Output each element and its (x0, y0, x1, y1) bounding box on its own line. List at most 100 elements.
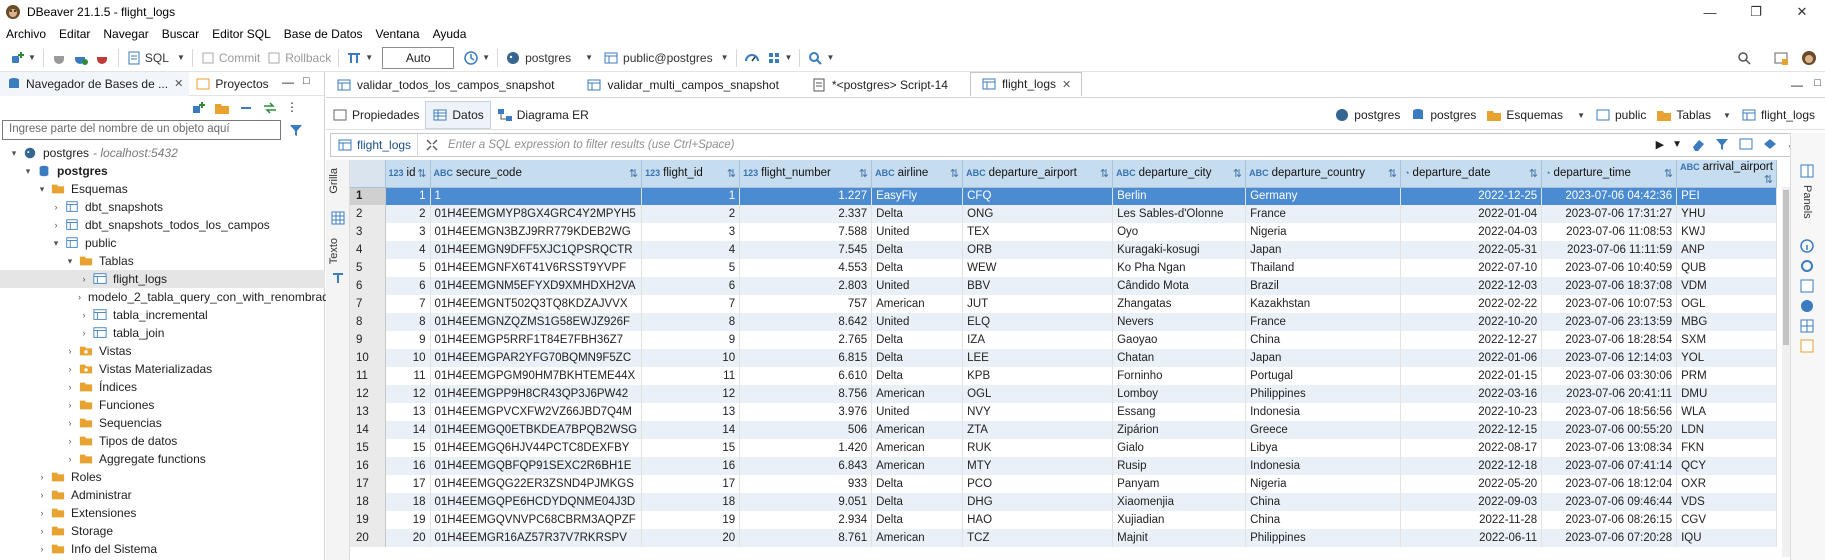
cell-departure-date[interactable]: 2022-11-28 (1400, 511, 1543, 529)
cell-id[interactable]: 16 (385, 457, 431, 475)
cell-secure-code[interactable]: 01H4EEMGPGM90HM7BKHTEME44X (430, 367, 643, 385)
cell-flight-id[interactable]: 2 (641, 205, 741, 223)
cell-departure-date[interactable]: 2022-01-15 (1400, 367, 1543, 385)
cell-arrival-airport[interactable]: VDS (1676, 493, 1778, 511)
row-number[interactable]: 16 (350, 457, 386, 475)
table-row[interactable]: 10 10 01H4EEMGPAR2YFG70BQMN9F5ZC 10 6.815 Del… (350, 349, 1778, 367)
datasource-selector[interactable]: postgres ▼ (502, 47, 596, 69)
panels-toggle-icon[interactable] (1799, 163, 1815, 179)
cell-id[interactable]: 15 (385, 439, 431, 457)
cell-departure-airport[interactable]: ZTA (962, 421, 1114, 439)
table-row[interactable]: 1 1 1 1 1.227 EasyFly CFQ Berlin Germany 2022-12-… (350, 187, 1778, 205)
cell-departure-airport[interactable]: DHG (962, 493, 1114, 511)
perspective-button[interactable] (1770, 47, 1792, 69)
reconnect-button[interactable] (70, 47, 92, 69)
cell-departure-date[interactable]: 2022-05-31 (1400, 241, 1543, 259)
cell-departure-date[interactable]: 2022-02-22 (1400, 295, 1543, 313)
cell-departure-date[interactable]: 2022-12-15 (1400, 421, 1543, 439)
cell-flight-number[interactable]: 757 (739, 295, 873, 313)
chevron-down-icon[interactable]: ▾ (50, 238, 62, 249)
tree-folder-extensiones[interactable]: › Extensiones (0, 504, 325, 522)
cell-secure-code[interactable]: 1 (430, 187, 643, 205)
cell-departure-city[interactable]: Lomboy (1112, 385, 1247, 403)
collapse-all-icon[interactable] (238, 100, 254, 116)
cell-secure-code[interactable]: 01H4EEMGQBFQP91SEXC2R6BH1E (430, 457, 643, 475)
grid-lines-icon[interactable] (1799, 318, 1815, 334)
cell-airline[interactable]: Delta (871, 511, 964, 529)
cell-airline[interactable]: American (871, 439, 964, 457)
column-sort-filter-icon[interactable]: ⇅ (629, 167, 638, 180)
menu-navegar[interactable]: Navegar (103, 27, 148, 41)
cell-id[interactable]: 4 (385, 241, 431, 259)
column-sort-filter-icon[interactable]: ⇅ (727, 167, 736, 180)
cell-departure-city[interactable]: Essang (1112, 403, 1247, 421)
view-menu-button[interactable]: ⋮ (286, 100, 298, 116)
cell-flight-number[interactable]: 8.761 (739, 529, 873, 547)
cell-departure-city[interactable]: Les Sables-d'Olonne (1112, 205, 1247, 223)
cell-secure-code[interactable]: 01H4EEMGPP9H8CR43QP3J6PW42 (430, 385, 643, 403)
cell-departure-time[interactable]: 2023-07-06 10:40:59 (1541, 259, 1678, 277)
cell-departure-country[interactable]: Portugal (1245, 367, 1402, 385)
cell-departure-city[interactable]: Gaoyao (1112, 331, 1247, 349)
grid-view-tab[interactable]: Grilla (328, 168, 340, 194)
column-header-flight-id[interactable]: 123 flight_id ⇅ (641, 160, 741, 188)
cell-flight-id[interactable]: 18 (641, 493, 741, 511)
cell-secure-code[interactable]: 01H4EEMGMYP8GX4GRC4Y2MPYH5 (430, 205, 643, 223)
disconnect-button[interactable] (92, 47, 114, 69)
row-number[interactable]: 3 (350, 223, 386, 241)
cell-departure-date[interactable]: 2022-08-17 (1400, 439, 1543, 457)
table-row[interactable]: 15 15 01H4EEMGQ6HJV44PCTC8DEXFBY 15 1.420 Ame… (350, 439, 1778, 457)
tree-folder-vistas-materializadas[interactable]: › Vistas Materializadas (0, 360, 325, 378)
cell-arrival-airport[interactable]: QUB (1676, 259, 1778, 277)
cell-departure-city[interactable]: Panyam (1112, 475, 1247, 493)
cell-departure-date[interactable]: 2022-07-10 (1400, 259, 1543, 277)
chevron-down-icon[interactable]: ▾ (64, 256, 76, 267)
grid-corner[interactable] (350, 160, 386, 188)
tools-button[interactable]: ▼ (763, 47, 796, 69)
cell-flight-id[interactable]: 9 (641, 331, 741, 349)
cell-departure-time[interactable]: 2023-07-06 03:30:06 (1541, 367, 1678, 385)
tree-table-flight-logs[interactable]: › flight_logs (0, 270, 325, 288)
row-number[interactable]: 20 (350, 529, 386, 547)
cell-departure-country[interactable]: Greece (1245, 421, 1402, 439)
global-search-button[interactable] (1733, 47, 1755, 69)
cell-id[interactable]: 12 (385, 385, 431, 403)
column-sort-filter-icon[interactable]: ⇅ (1529, 167, 1538, 180)
chevron-right-icon[interactable]: › (64, 418, 76, 428)
cell-id[interactable]: 18 (385, 493, 431, 511)
cell-departure-country[interactable]: Japan (1245, 241, 1402, 259)
row-number[interactable]: 11 (350, 367, 386, 385)
row-number[interactable]: 7 (350, 295, 386, 313)
cell-departure-city[interactable]: Zipárion (1112, 421, 1247, 439)
cell-airline[interactable]: American (871, 529, 964, 547)
column-sort-filter-icon[interactable]: ⇅ (1233, 167, 1242, 180)
table-row[interactable]: 14 14 01H4EEMGQ0ETBKDEA7BPQB2WSG 14 506 Ameri… (350, 421, 1778, 439)
cell-departure-airport[interactable]: ONG (962, 205, 1114, 223)
minimize-editor-button[interactable]: — (1791, 78, 1803, 92)
cell-departure-city[interactable]: Rusip (1112, 457, 1247, 475)
cell-secure-code[interactable]: 01H4EEMGNT502Q3TQ8KDZAJVVX (430, 295, 643, 313)
cell-airline[interactable]: EasyFly (871, 187, 964, 205)
tree-folder-roles[interactable]: › Roles (0, 468, 325, 486)
info-icon[interactable] (1799, 238, 1815, 254)
cell-departure-date[interactable]: 2022-12-03 (1400, 277, 1543, 295)
cell-departure-date[interactable]: 2022-01-06 (1400, 349, 1543, 367)
chevron-right-icon[interactable]: › (50, 220, 62, 230)
chevron-right-icon[interactable]: › (78, 310, 90, 320)
rollback-button[interactable]: Rollback (263, 47, 334, 69)
column-header-departure-date[interactable]: ◔ departure_date ⇅ (1400, 160, 1543, 188)
row-number[interactable]: 17 (350, 475, 386, 493)
cell-departure-date[interactable]: 2022-10-20 (1400, 313, 1543, 331)
cell-departure-date[interactable]: 2022-12-27 (1400, 331, 1543, 349)
cell-departure-airport[interactable]: KPB (962, 367, 1114, 385)
cell-arrival-airport[interactable]: IQU (1676, 529, 1778, 547)
restore-button[interactable]: ❐ (1733, 0, 1779, 24)
export-icon[interactable] (1799, 338, 1815, 354)
filter-expression-input[interactable]: Enter a SQL expression to filter results… (448, 139, 734, 151)
settings-icon[interactable] (1799, 258, 1815, 274)
table-row[interactable]: 8 8 01H4EEMGNZQZMS1G58EWJZ926F 8 8.642 United… (350, 313, 1778, 331)
search-toolbar-button[interactable]: ▼ (804, 47, 837, 69)
cell-departure-time[interactable]: 2023-07-06 07:41:14 (1541, 457, 1678, 475)
cell-airline[interactable]: Delta (871, 493, 964, 511)
cell-airline[interactable]: Delta (871, 475, 964, 493)
